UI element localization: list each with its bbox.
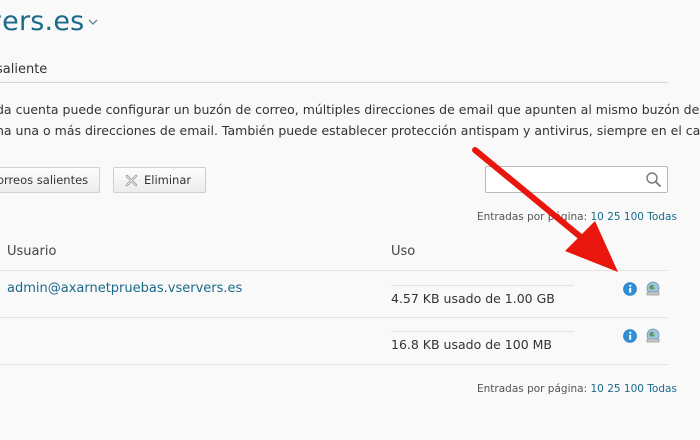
paging-option-all[interactable]: Todas [647,211,677,223]
paging-top: Entradas por página: 10 25 100 Todas [477,211,677,223]
paging-bottom: Entradas por página: 10 25 100 Todas [477,383,677,395]
usage-divider [391,285,574,286]
description: da cuenta puede configurar un buzón de c… [0,99,700,141]
paging-label: Entradas por página: [477,383,588,395]
paging-option-100[interactable]: 100 [624,211,644,223]
column-header-usage[interactable]: Uso [391,244,415,259]
paging-option-10[interactable]: 10 [590,211,603,223]
description-line: da cuenta puede configurar un buzón de c… [0,102,700,117]
search-icon[interactable] [645,171,662,188]
paging-option-25[interactable]: 25 [607,383,620,395]
table-row-user-link[interactable]: admin@axarnetpruebas.vservers.es [7,281,242,296]
row-divider [0,317,668,318]
delete-label: Eliminar [144,173,192,187]
outgoing-mail-button[interactable]: orreos salientes [0,167,100,193]
row-divider [0,364,668,365]
description-line: na una o más direcciones de email. Tambi… [0,123,700,138]
chevron-down-icon[interactable] [88,18,98,26]
usage-divider [391,331,574,332]
monitor-icon[interactable] [645,328,661,344]
paging-label: Entradas por página: [477,211,588,223]
table-row-usage: 16.8 KB usado de 100 MB [391,337,552,352]
section-label: saliente [0,62,48,77]
info-icon[interactable] [623,282,637,296]
info-icon[interactable] [623,329,637,343]
paging-option-all[interactable]: Todas [647,383,677,395]
paging-option-100[interactable]: 100 [624,383,644,395]
paging-option-25[interactable]: 25 [607,211,620,223]
row-divider [0,270,668,271]
section-divider [0,82,668,83]
search-input[interactable] [485,166,668,193]
paging-option-10[interactable]: 10 [590,383,603,395]
monitor-icon[interactable] [645,281,661,297]
column-header-user[interactable]: Usuario [7,244,56,259]
outgoing-mail-label: orreos salientes [0,173,89,187]
table-row-usage: 4.57 KB usado de 1.00 GB [391,291,555,306]
delete-x-icon [125,174,138,186]
page-title: vers.es [0,6,85,37]
delete-button[interactable]: Eliminar [113,167,206,193]
